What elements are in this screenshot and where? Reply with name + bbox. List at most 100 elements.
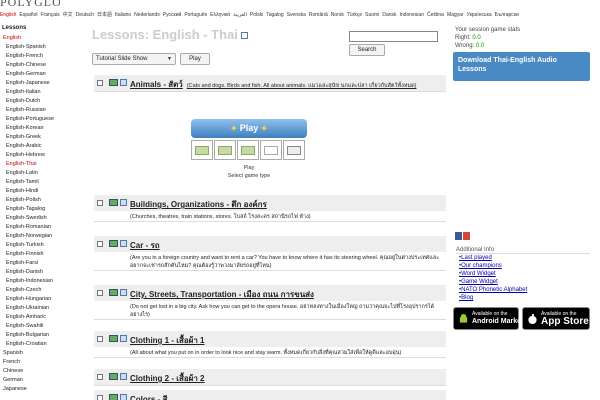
sidebar-item[interactable]: English-Finnish [0,250,85,259]
language-link[interactable]: Indonesian [400,12,424,18]
game-type-option[interactable] [191,140,213,160]
sidebar-item[interactable]: English-French [0,52,85,61]
lesson-title[interactable]: Colors - สี [130,393,167,400]
language-link[interactable]: Norsk [331,12,344,18]
facebook-icon[interactable] [455,232,462,240]
sidebar-item[interactable]: English-Greek [0,133,85,142]
sidebar-item[interactable]: English-Italian [0,88,85,97]
lesson-checkbox[interactable] [97,241,103,247]
language-link[interactable]: العربية [233,12,247,18]
sidebar-item[interactable]: English-Hindi [0,187,85,196]
lesson-title[interactable]: Animals - สัตว์ (Cats and dogs. Birds and… [130,78,416,91]
language-link[interactable]: Nederlands [134,12,160,18]
sidebar-item[interactable]: English-Danish [0,268,85,277]
info-link[interactable]: Game Widget [456,278,590,286]
sidebar-item[interactable]: English-Romanian [0,223,85,232]
lesson-title[interactable]: Car - รถ [130,239,160,252]
info-link[interactable]: Word Widget [456,270,590,278]
slides-icon[interactable] [120,79,127,86]
lesson-checkbox[interactable] [97,336,103,342]
lesson-checkbox[interactable] [97,395,103,400]
language-link[interactable]: Svenska [287,12,306,18]
sidebar-item[interactable]: English-German [0,70,85,79]
sidebar-item[interactable]: English-Russian [0,106,85,115]
slides-icon[interactable] [120,199,127,206]
play-game-button[interactable]: ✦ Play ✦ [191,119,307,138]
sidebar-item[interactable]: Chinese [0,367,85,376]
language-link[interactable]: Italiano [115,12,131,18]
sidebar-item[interactable]: English-Portuguese [0,115,85,124]
info-link[interactable]: Our champions [456,262,590,270]
language-link[interactable]: Українська [467,12,492,18]
sidebar-item[interactable]: French [0,358,85,367]
sidebar-item[interactable]: English [0,34,85,43]
google-plus-icon[interactable] [463,232,470,240]
sidebar-item[interactable]: English-Turkish [0,241,85,250]
language-link[interactable]: Ελληνικά [210,12,230,18]
sidebar-item[interactable]: English-Polish [0,196,85,205]
language-link[interactable]: Türkçe [347,12,362,18]
slides-icon[interactable] [120,289,127,296]
sidebar-item[interactable]: English-Croatian [0,340,85,349]
info-icon[interactable] [240,32,248,40]
sidebar-item[interactable]: English-Tamil [0,178,85,187]
sidebar-item[interactable]: English-Japanese [0,79,85,88]
sidebar-item[interactable]: English-Swahili [0,322,85,331]
lesson-title[interactable]: Buildings, Organizations - ตึก องค์กร [130,198,267,211]
language-link[interactable]: Magyar [447,12,464,18]
info-link[interactable]: Last played [456,254,590,262]
language-link[interactable]: English [0,12,16,18]
language-link[interactable]: Română [309,12,328,18]
game-type-option[interactable] [283,140,305,160]
lesson-checkbox[interactable] [97,200,103,206]
image-icon[interactable] [109,79,118,86]
sidebar-item[interactable]: English-Bulgarian [0,331,85,340]
game-type-option[interactable] [260,140,282,160]
image-icon[interactable] [109,199,118,206]
slides-icon[interactable] [120,335,127,342]
sidebar-item[interactable]: English-Amharic [0,313,85,322]
image-icon[interactable] [109,373,118,380]
lesson-title[interactable]: City, Streets, Transportation - เมือง ถน… [130,288,314,301]
language-link[interactable]: 中文 [63,12,73,18]
language-link[interactable]: 日本語 [97,12,112,18]
slides-icon[interactable] [120,373,127,380]
play-button[interactable]: Play [180,53,210,65]
sidebar-item[interactable]: English-Korean [0,124,85,133]
sidebar-item[interactable]: Spanish [0,349,85,358]
language-link[interactable]: Čeština [427,12,444,18]
sidebar-item[interactable]: English-Chinese [0,61,85,70]
sidebar-item[interactable]: English-Tagalog [0,205,85,214]
language-link[interactable]: Dansk [382,12,396,18]
info-link[interactable]: NATO Phonetic Alphabet [456,286,590,294]
lesson-checkbox[interactable] [97,374,103,380]
lesson-checkbox[interactable] [97,80,103,86]
sidebar-item[interactable]: English-Arabic [0,142,85,151]
image-icon[interactable] [109,289,118,296]
language-link[interactable]: Български [495,12,519,18]
sidebar-item[interactable]: English-Hebrew [0,151,85,160]
sidebar-item[interactable]: English-Thai [0,160,85,169]
language-link[interactable]: Español [19,12,37,18]
sidebar-item[interactable]: English-Ukrainian [0,304,85,313]
android-market-badge[interactable]: Available on the Android Market [453,307,523,330]
language-link[interactable]: Suomi [365,12,379,18]
game-type-option[interactable] [214,140,236,160]
sidebar-item[interactable]: English-Czech [0,286,85,295]
language-link[interactable]: Polski [250,12,263,18]
sidebar-item[interactable]: English-Norwegian [0,232,85,241]
image-icon[interactable] [109,335,118,342]
app-store-badge[interactable]: Available on the App Store [522,307,590,330]
sidebar-item[interactable]: German [0,376,85,385]
image-icon[interactable] [109,394,118,400]
lesson-title[interactable]: Clothing 1 - เสื้อผ้า 1 [130,334,205,347]
slideshow-select[interactable]: Tutorial Slide Show ▼ [92,53,176,65]
game-type-option[interactable] [237,140,259,160]
language-link[interactable]: Português [184,12,207,18]
lesson-checkbox[interactable] [97,290,103,296]
sidebar-item[interactable]: English-Latin [0,169,85,178]
sidebar-item[interactable]: English-Spanish [0,43,85,52]
language-link[interactable]: Deutsch [76,12,94,18]
language-link[interactable]: Русский [163,12,182,18]
sidebar-item[interactable]: English-Indonesian [0,277,85,286]
